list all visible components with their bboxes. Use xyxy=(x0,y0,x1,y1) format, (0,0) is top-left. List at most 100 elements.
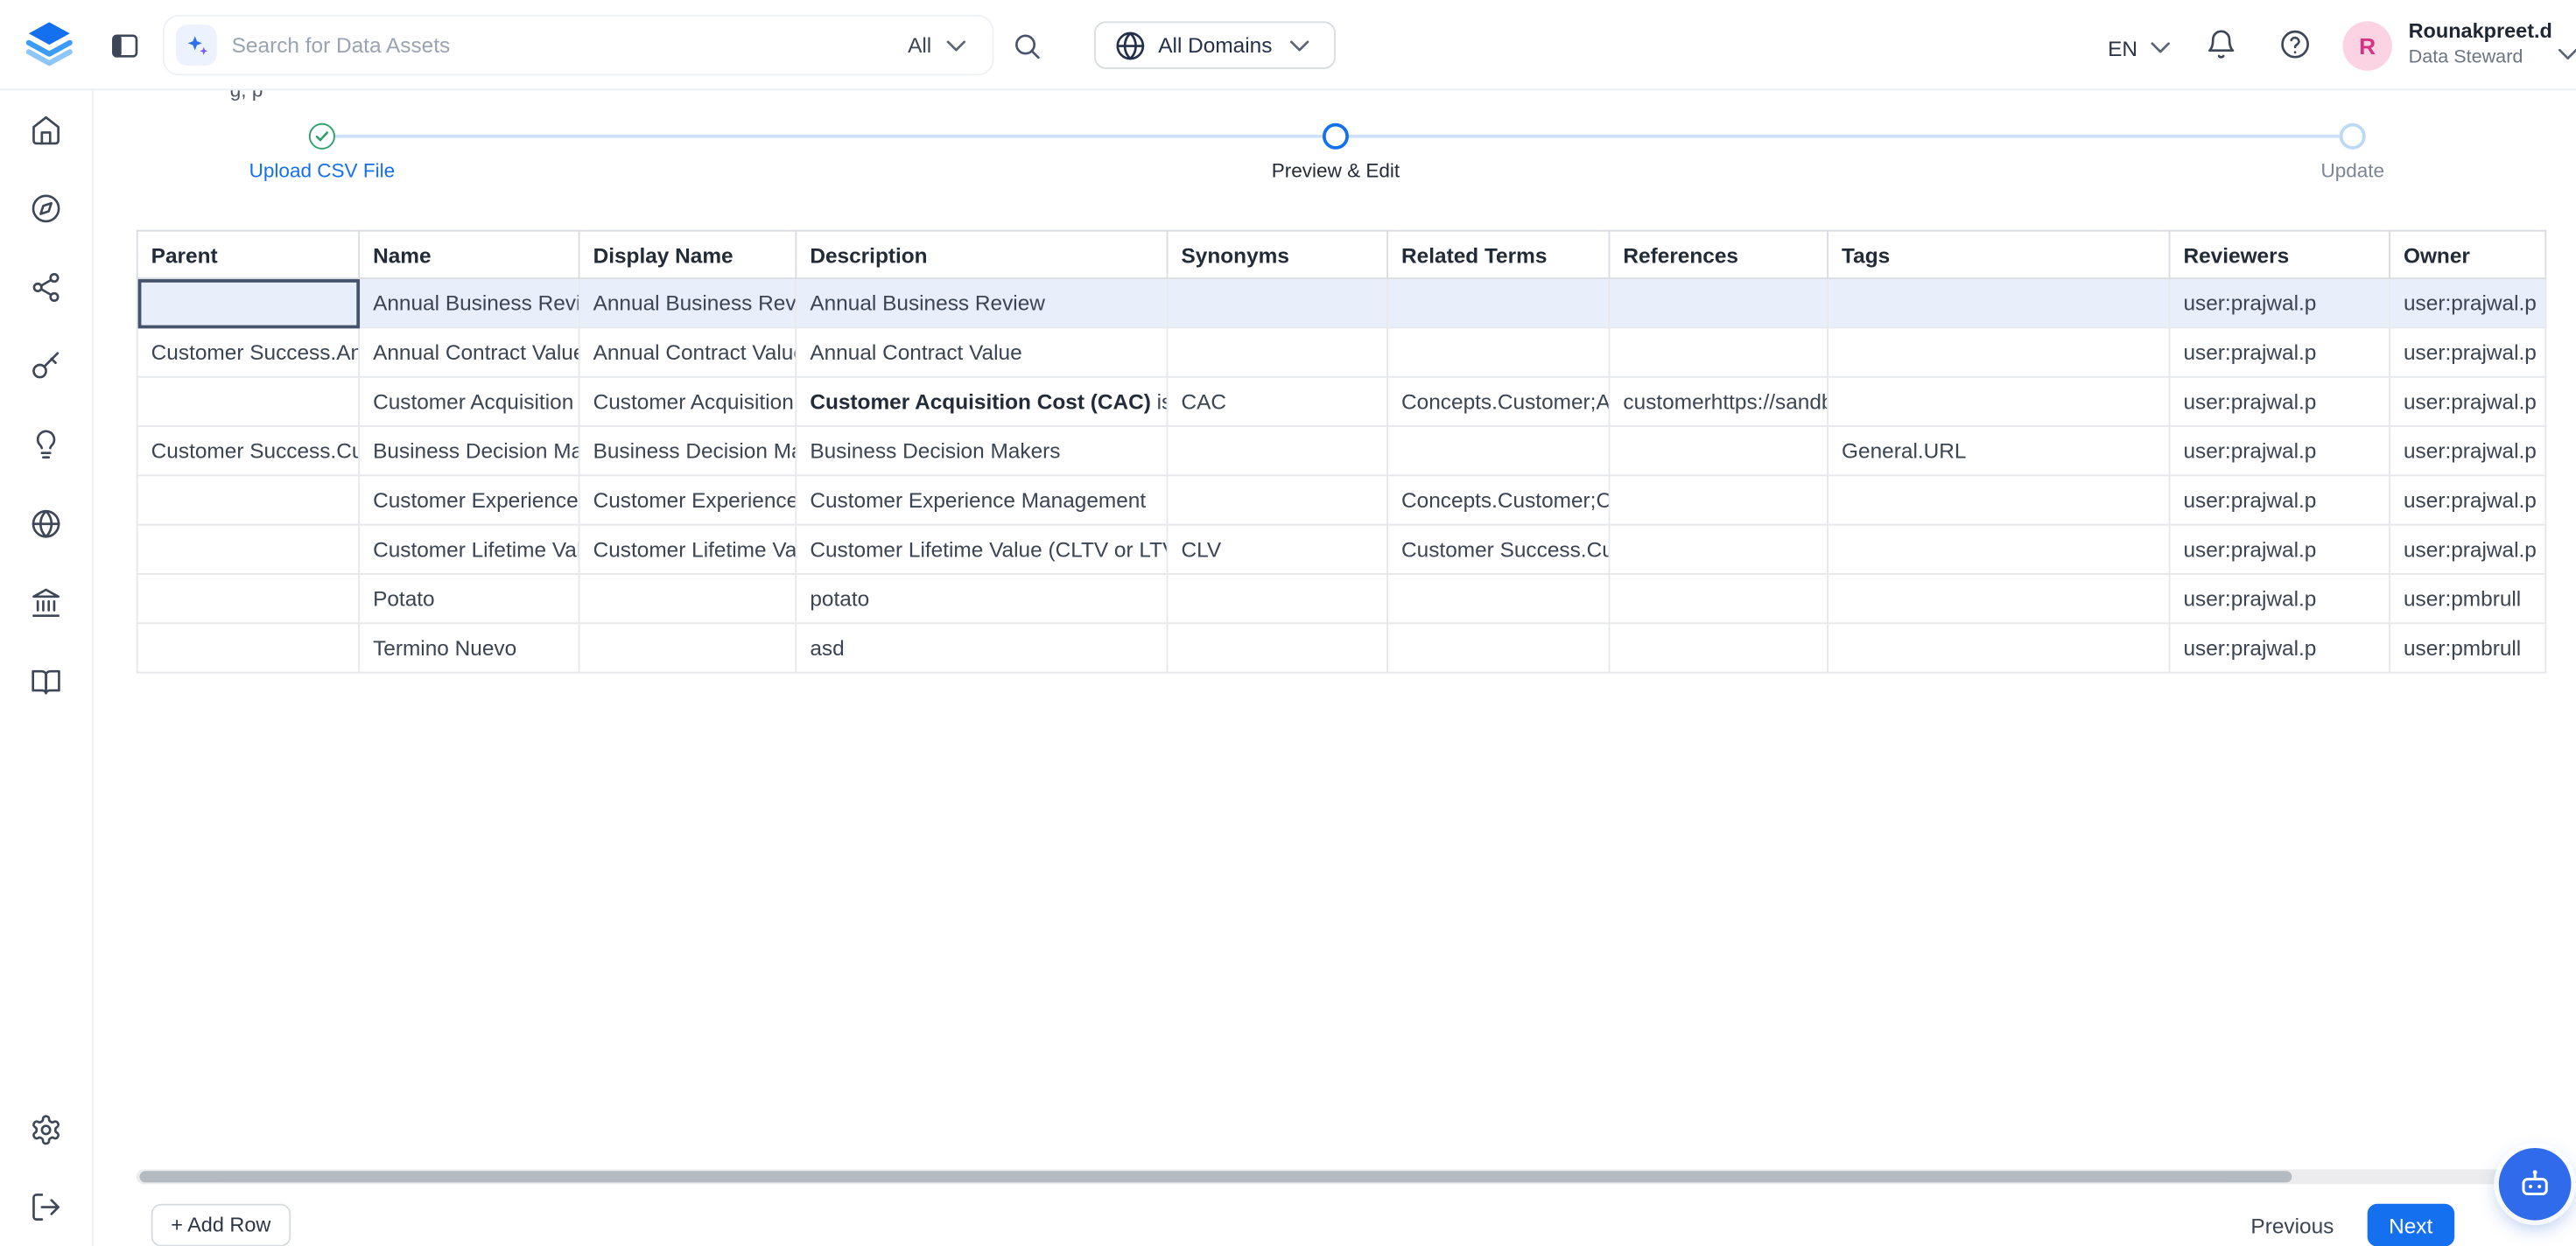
cell-description[interactable]: Annual Contract Value xyxy=(796,327,1167,376)
previous-button[interactable]: Previous xyxy=(2237,1204,2347,1246)
cell-description[interactable]: Customer Acquisition Cost (CAC) is a ... xyxy=(796,377,1167,426)
cell-owner[interactable]: user:prajwal.p xyxy=(2390,327,2545,376)
sidebar-item-domains[interactable] xyxy=(29,506,63,540)
sidebar-item-home[interactable] xyxy=(29,112,63,146)
cell-synonyms[interactable] xyxy=(1168,623,1388,672)
cell-reviewers[interactable]: user:prajwal.p xyxy=(2170,475,2390,524)
cell-references[interactable] xyxy=(1609,574,1828,623)
cell-references[interactable] xyxy=(1609,525,1828,574)
cell-parent[interactable] xyxy=(137,525,359,574)
cell-references[interactable] xyxy=(1609,278,1828,327)
cell-synonyms[interactable] xyxy=(1168,574,1388,623)
sidebar-item-data-network[interactable] xyxy=(29,270,63,304)
cell-tags[interactable] xyxy=(1828,475,2169,524)
cell-description[interactable]: potato xyxy=(796,574,1167,623)
help-button[interactable] xyxy=(2278,28,2312,61)
cell-parent[interactable]: Customer Success.An... xyxy=(137,327,359,376)
search-scope-dropdown[interactable]: All xyxy=(908,29,972,62)
cell-references[interactable]: customerhttps://sandb... xyxy=(1609,377,1828,426)
cell-description[interactable]: Annual Business Review xyxy=(796,278,1167,327)
cell-reviewers[interactable]: user:prajwal.p xyxy=(2170,574,2390,623)
cell-tags[interactable] xyxy=(1828,623,2169,672)
add-row-button[interactable]: + Add Row xyxy=(151,1204,291,1246)
cell-owner[interactable]: user:prajwal.p xyxy=(2390,525,2545,574)
cell-synonyms[interactable]: CLV xyxy=(1168,525,1388,574)
sidebar-item-explore[interactable] xyxy=(29,191,63,225)
cell-synonyms[interactable] xyxy=(1168,327,1388,376)
cell-related-terms[interactable]: Customer Success.Cu... xyxy=(1387,525,1609,574)
cell-display-name[interactable]: Customer Acquisition ... xyxy=(579,377,797,426)
cell-owner[interactable]: user:prajwal.p xyxy=(2390,377,2545,426)
cell-references[interactable] xyxy=(1609,623,1828,672)
cell-description[interactable]: Customer Lifetime Value (CLTV or LTV) i.… xyxy=(796,525,1167,574)
sidebar-item-glossary[interactable] xyxy=(29,663,63,697)
search-submit-button[interactable] xyxy=(1010,30,1043,63)
cell-references[interactable] xyxy=(1609,327,1828,376)
cell-display-name[interactable] xyxy=(579,623,797,672)
user-menu[interactable]: Rounakpreet.d Data Steward xyxy=(2409,18,2553,69)
cell-parent[interactable] xyxy=(137,574,359,623)
user-menu-caret[interactable] xyxy=(2551,38,2576,71)
notifications-button[interactable] xyxy=(2205,28,2238,61)
cell-owner[interactable]: user:pmbrull xyxy=(2390,623,2545,672)
avatar[interactable]: R xyxy=(2343,21,2392,70)
cell-name[interactable]: Annual Contract Value xyxy=(359,327,579,376)
search-input[interactable] xyxy=(232,33,894,58)
cell-tags[interactable] xyxy=(1828,278,2169,327)
cell-tags[interactable] xyxy=(1828,525,2169,574)
cell-parent[interactable] xyxy=(137,623,359,672)
cell-references[interactable] xyxy=(1609,426,1828,475)
cell-display-name[interactable]: Customer Experience ... xyxy=(579,475,797,524)
cell-reviewers[interactable]: user:prajwal.p xyxy=(2170,278,2390,327)
cell-owner[interactable]: user:prajwal.p xyxy=(2390,278,2545,327)
scrollbar-thumb[interactable] xyxy=(140,1171,2292,1182)
cell-parent[interactable] xyxy=(137,278,359,327)
cell-name[interactable]: Customer Acquisition ... xyxy=(359,377,579,426)
cell-related-terms[interactable] xyxy=(1387,426,1609,475)
next-button[interactable]: Next xyxy=(2368,1204,2454,1246)
cell-synonyms[interactable] xyxy=(1168,426,1388,475)
sidebar-item-access[interactable] xyxy=(29,348,63,382)
cell-name[interactable]: Annual Business Review xyxy=(359,278,579,327)
cell-display-name[interactable] xyxy=(579,574,797,623)
cell-references[interactable] xyxy=(1609,475,1828,524)
cell-related-terms[interactable] xyxy=(1387,327,1609,376)
cell-reviewers[interactable]: user:prajwal.p xyxy=(2170,525,2390,574)
cell-reviewers[interactable]: user:prajwal.p xyxy=(2170,426,2390,475)
cell-name[interactable]: Potato xyxy=(359,574,579,623)
sidebar-item-settings[interactable] xyxy=(29,1112,63,1146)
sidebar-item-governance[interactable] xyxy=(29,584,63,619)
cell-owner[interactable]: user:prajwal.p xyxy=(2390,426,2545,475)
app-logo[interactable] xyxy=(25,18,74,73)
cell-reviewers[interactable]: user:prajwal.p xyxy=(2170,623,2390,672)
domains-filter-dropdown[interactable]: All Domains xyxy=(1094,21,1337,68)
cell-related-terms[interactable]: Concepts.Customer;C... xyxy=(1387,475,1609,524)
cell-parent[interactable] xyxy=(137,475,359,524)
cell-display-name[interactable]: Customer Lifetime Val... xyxy=(579,525,797,574)
cell-related-terms[interactable] xyxy=(1387,574,1609,623)
cell-synonyms[interactable] xyxy=(1168,475,1388,524)
cell-owner[interactable]: user:pmbrull xyxy=(2390,574,2545,623)
cell-name[interactable]: Customer Experience ... xyxy=(359,475,579,524)
cell-tags[interactable] xyxy=(1828,574,2169,623)
ai-search-button[interactable] xyxy=(176,24,217,66)
step-upload-label[interactable]: Upload CSV File xyxy=(191,159,453,182)
cell-description[interactable]: Business Decision Makers xyxy=(796,426,1167,475)
chat-bot-button[interactable] xyxy=(2499,1148,2572,1221)
cell-description[interactable]: asd xyxy=(796,623,1167,672)
cell-parent[interactable]: Customer Success.Cu... xyxy=(137,426,359,475)
cell-display-name[interactable]: Business Decision Ma... xyxy=(579,426,797,475)
sidebar-toggle-button[interactable] xyxy=(109,30,142,63)
cell-display-name[interactable]: Annual Business Revie... xyxy=(579,278,797,327)
cell-name[interactable]: Customer Lifetime Value xyxy=(359,525,579,574)
cell-synonyms[interactable]: CAC xyxy=(1168,377,1388,426)
cell-synonyms[interactable] xyxy=(1168,278,1388,327)
cell-reviewers[interactable]: user:prajwal.p xyxy=(2170,377,2390,426)
cell-description[interactable]: Customer Experience Management xyxy=(796,475,1167,524)
language-selector[interactable]: EN xyxy=(2108,32,2177,65)
cell-tags[interactable] xyxy=(1828,377,2169,426)
cell-reviewers[interactable]: user:prajwal.p xyxy=(2170,327,2390,376)
cell-name[interactable]: Termino Nuevo xyxy=(359,623,579,672)
cell-owner[interactable]: user:prajwal.p xyxy=(2390,475,2545,524)
cell-parent[interactable] xyxy=(137,377,359,426)
